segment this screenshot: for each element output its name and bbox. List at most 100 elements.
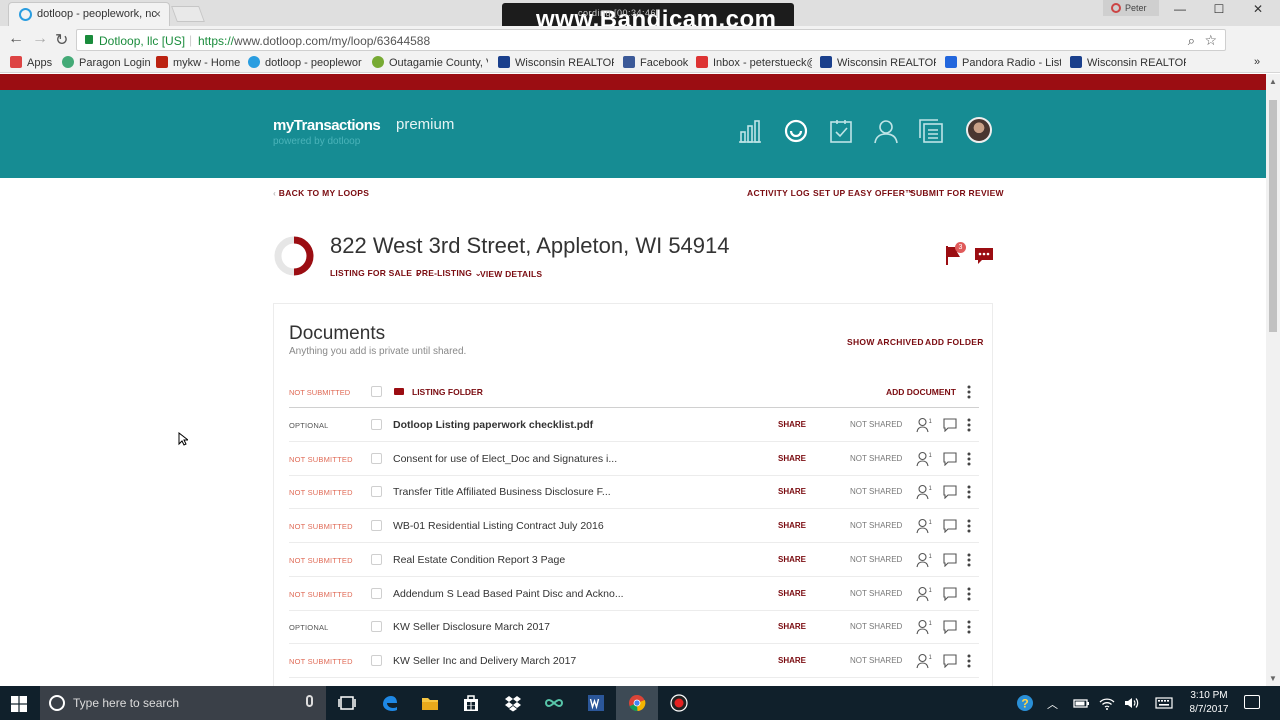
bookmark-paragon[interactable]: Paragon Login: [62, 56, 152, 70]
search-icon[interactable]: ⌕: [1188, 33, 1195, 49]
back-to-loops-link[interactable]: ‹ BACK TO MY LOOPS: [273, 188, 369, 198]
reports-icon[interactable]: [737, 118, 763, 144]
page-scrollbar[interactable]: ▲ ▼: [1266, 74, 1280, 686]
document-checkbox[interactable]: [371, 486, 382, 498]
comment-icon[interactable]: [943, 485, 957, 500]
participants-icon[interactable]: 1: [916, 653, 932, 669]
bookmark-realtors[interactable]: Wisconsin REALTORS: [820, 56, 936, 70]
more-options-icon[interactable]: [967, 518, 971, 534]
action-center-icon[interactable]: [1244, 695, 1260, 709]
activity-log-link[interactable]: ACTIVITY LOG: [747, 188, 810, 198]
participants-icon[interactable]: 1: [916, 451, 932, 467]
document-row[interactable]: NOT SUBMITTED Real Estate Condition Repor…: [289, 543, 979, 577]
volume-icon[interactable]: [1123, 694, 1141, 712]
file-explorer-icon[interactable]: [421, 694, 439, 712]
bookmark-realtors[interactable]: Wisconsin REALTORS: [1070, 56, 1186, 70]
folder-name[interactable]: LISTING FOLDER: [412, 387, 483, 397]
submit-for-review-link[interactable]: SUBMIT FOR REVIEW: [910, 188, 1004, 198]
document-name[interactable]: Transfer Title Affiliated Business Discl…: [393, 486, 611, 498]
share-button[interactable]: SHARE: [778, 521, 806, 530]
listing-type-dropdown[interactable]: LISTING FOR SALE ⌄: [330, 268, 422, 279]
loops-icon[interactable]: [783, 118, 809, 144]
more-bookmarks-button[interactable]: »: [1254, 56, 1268, 70]
participants-icon[interactable]: 1: [916, 586, 932, 602]
document-row[interactable]: OPTIONAL Dotloop Listing paperwork checkl…: [289, 408, 979, 442]
maximize-button[interactable]: ☐: [1199, 2, 1239, 22]
document-checkbox[interactable]: [371, 587, 382, 599]
bookmark-mykw[interactable]: mykw - Home: [156, 56, 246, 70]
bookmark-gmail[interactable]: Inbox - peterstueck@: [696, 56, 812, 70]
share-button[interactable]: SHARE: [778, 622, 806, 631]
folder-checkbox[interactable]: [371, 386, 382, 397]
battery-icon[interactable]: [1072, 694, 1090, 712]
add-document-link[interactable]: ADD DOCUMENT: [886, 387, 956, 397]
browser-tab[interactable]: dotloop - peoplework, nc ×: [8, 2, 170, 26]
windows-start-icon[interactable]: [11, 696, 27, 712]
templates-icon[interactable]: [918, 118, 944, 144]
chat-icon[interactable]: [974, 247, 994, 265]
share-button[interactable]: SHARE: [778, 487, 806, 496]
more-options-icon[interactable]: [967, 451, 971, 467]
document-checkbox[interactable]: [371, 520, 382, 532]
folder-row[interactable]: NOT SUBMITTED LISTING FOLDER ADD DOCUMEN…: [289, 375, 979, 408]
listing-status-dropdown[interactable]: PRE-LISTING ⌄: [416, 268, 482, 279]
scroll-down-icon[interactable]: ▼: [1269, 674, 1277, 683]
back-button[interactable]: ←: [8, 30, 24, 48]
share-button[interactable]: SHARE: [778, 656, 806, 665]
document-checkbox[interactable]: [371, 419, 382, 430]
easy-offer-link[interactable]: SET UP EASY OFFER™: [813, 188, 914, 198]
task-view-icon[interactable]: [338, 694, 356, 712]
help-icon[interactable]: ?: [1016, 694, 1034, 712]
participants-icon[interactable]: 1: [916, 518, 932, 534]
scroll-up-icon[interactable]: ▲: [1269, 77, 1277, 86]
bookmark-pandora[interactable]: Pandora Radio - Liste: [945, 56, 1061, 70]
forward-button[interactable]: →: [32, 30, 48, 48]
chrome-icon[interactable]: [628, 694, 646, 712]
document-name[interactable]: KW Seller Disclosure March 2017: [393, 621, 550, 633]
comment-icon[interactable]: [943, 452, 957, 466]
document-row[interactable]: NOT SUBMITTED WB-01 Residential Listing C…: [289, 509, 979, 544]
tasks-icon[interactable]: [828, 118, 854, 144]
document-row[interactable]: NOT SUBMITTED Consent for use of Elect_Do…: [289, 442, 979, 476]
more-options-icon[interactable]: [967, 484, 971, 500]
show-archived-link[interactable]: SHOW ARCHIVED: [847, 337, 924, 347]
document-row[interactable]: NOT SUBMITTED KW Seller Inc and Delivery …: [289, 644, 979, 678]
close-window-button[interactable]: ✕: [1238, 2, 1278, 22]
bookmark-dotloop[interactable]: dotloop - peoplewor: [248, 56, 364, 70]
document-name[interactable]: KW Seller Inc and Delivery March 2017: [393, 655, 576, 667]
microphone-icon[interactable]: [306, 695, 313, 707]
bookmark-realtors[interactable]: Wisconsin REALTORS: [498, 56, 614, 70]
participants-icon[interactable]: 1: [916, 417, 932, 433]
participants-icon[interactable]: 1: [916, 552, 932, 568]
document-name[interactable]: Addendum S Lead Based Paint Disc and Ack…: [393, 588, 624, 600]
user-avatar[interactable]: [966, 117, 992, 143]
infinity-icon[interactable]: [545, 694, 563, 712]
reload-button[interactable]: ↻: [55, 30, 68, 50]
document-checkbox[interactable]: [371, 654, 382, 666]
participants-icon[interactable]: 1: [916, 619, 932, 635]
show-hidden-icons-icon[interactable]: ︿: [1047, 696, 1058, 712]
more-options-icon[interactable]: [967, 417, 971, 433]
keyboard-icon[interactable]: [1155, 694, 1173, 712]
scroll-thumb[interactable]: [1269, 100, 1277, 332]
document-name[interactable]: WB-01 Residential Listing Contract July …: [393, 520, 604, 532]
bookmark-outagamie[interactable]: Outagamie County, V: [372, 56, 488, 70]
participants-icon[interactable]: 1: [916, 484, 932, 500]
comment-icon[interactable]: [943, 418, 957, 432]
document-name[interactable]: Real Estate Condition Report 3 Page: [393, 554, 565, 566]
document-checkbox[interactable]: [371, 621, 382, 633]
more-options-icon[interactable]: [967, 619, 971, 635]
share-button[interactable]: SHARE: [778, 589, 806, 598]
document-name[interactable]: Consent for use of Elect_Doc and Signatu…: [393, 453, 617, 465]
document-row[interactable]: OPTIONAL KW Seller Disclosure March 2017 S…: [289, 610, 979, 645]
dropbox-icon[interactable]: [504, 694, 522, 712]
comment-icon[interactable]: [943, 553, 957, 567]
brand-logo[interactable]: myTransactions: [273, 117, 381, 134]
document-row[interactable]: NOT SUBMITTED Addendum S Lead Based Paint…: [289, 577, 979, 611]
contacts-icon[interactable]: [873, 118, 899, 144]
more-options-icon[interactable]: [967, 653, 971, 669]
more-options-icon[interactable]: [967, 586, 971, 602]
document-row[interactable]: NOT SUBMITTED Transfer Title Affiliated B…: [289, 475, 979, 510]
share-button[interactable]: SHARE: [778, 454, 806, 463]
word-icon[interactable]: [587, 694, 605, 712]
